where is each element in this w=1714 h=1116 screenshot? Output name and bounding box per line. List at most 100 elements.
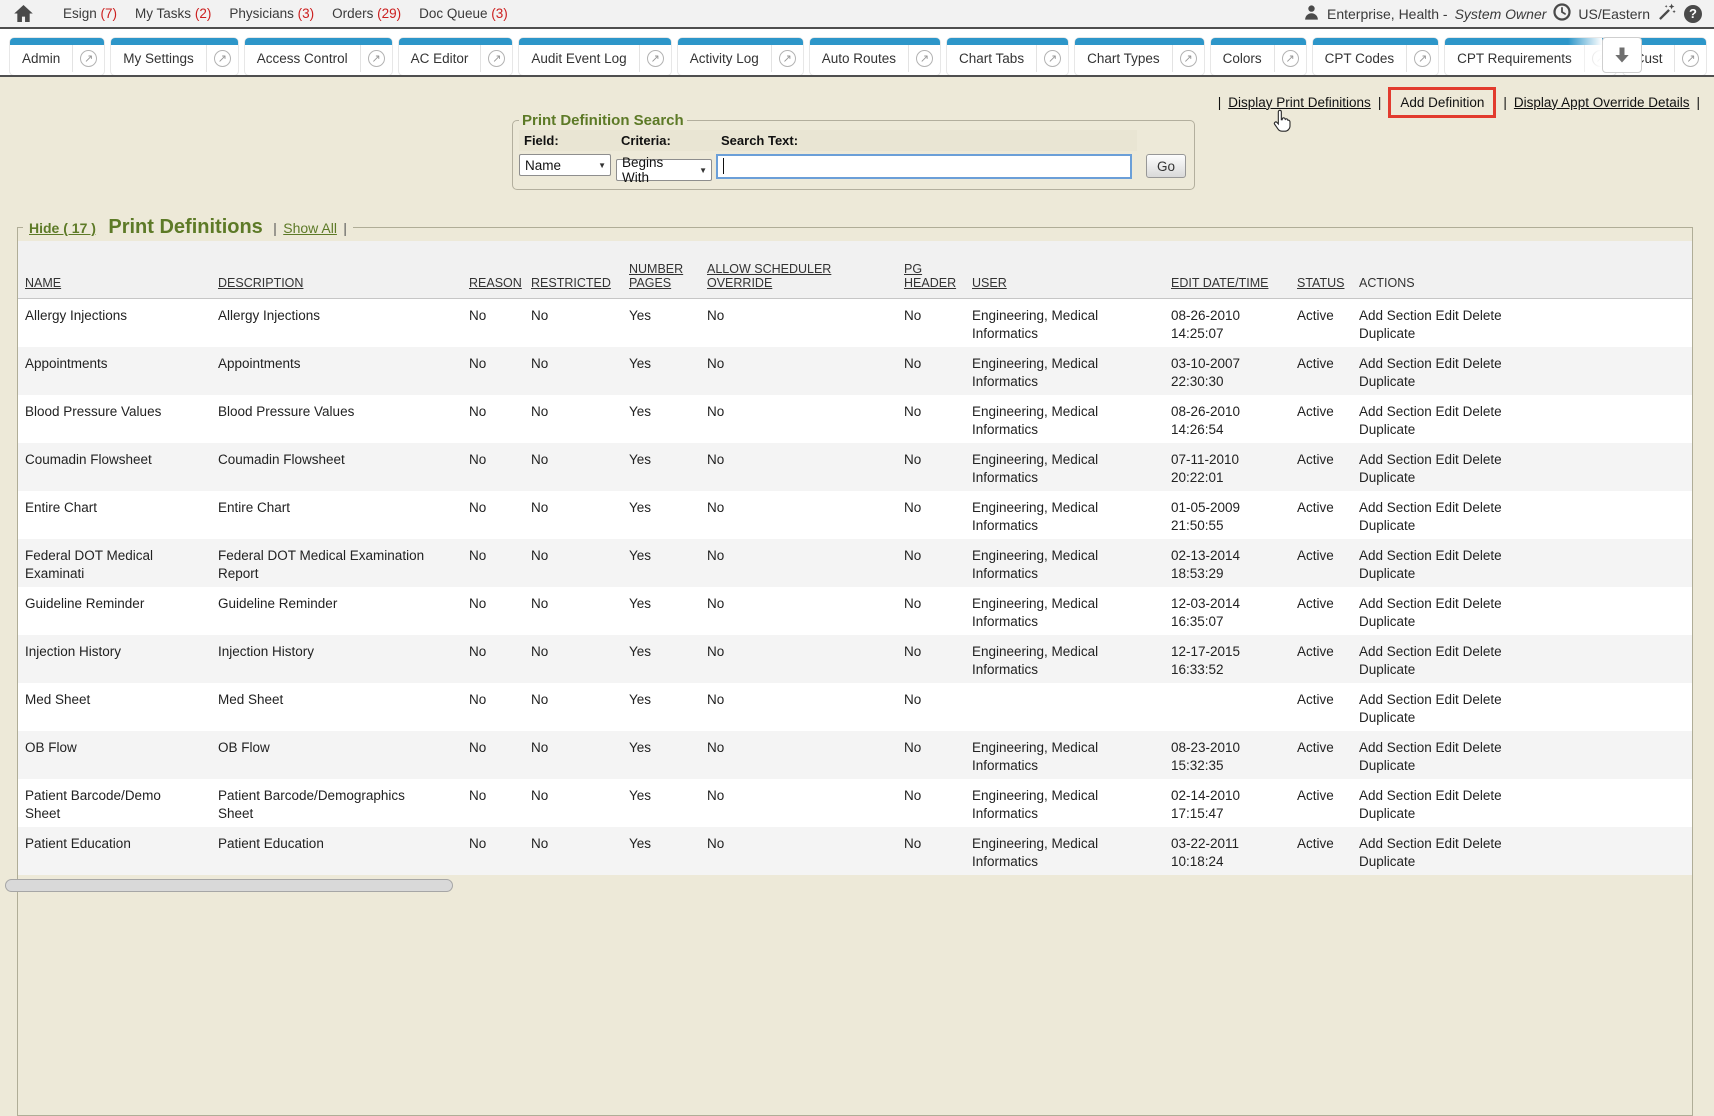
- cell-edit-datetime: 08-23-2010 15:32:35: [1164, 731, 1290, 779]
- column-sort-link[interactable]: STATUS: [1297, 276, 1344, 290]
- page-action-links: | Display Print Definitions | Add Defini…: [1218, 84, 1700, 120]
- row-action-links[interactable]: Add Section Edit Delete Duplicate: [1359, 835, 1535, 871]
- hide-link[interactable]: Hide ( 17 ): [29, 220, 96, 236]
- wand-icon[interactable]: [1657, 2, 1677, 25]
- external-link-icon[interactable]: ↗: [73, 50, 104, 67]
- column-sort-link[interactable]: DESCRIPTION: [218, 276, 303, 290]
- row-action-links[interactable]: Add Section Edit Delete Duplicate: [1359, 595, 1535, 631]
- row-action-links[interactable]: Add Section Edit Delete Duplicate: [1359, 403, 1535, 439]
- show-all-link[interactable]: Show All: [283, 220, 337, 236]
- cell-user: Engineering, Medical Informatics: [965, 731, 1164, 779]
- cell-description: Allergy Injections: [211, 298, 462, 347]
- top-nav-item[interactable]: Esign (7): [63, 6, 117, 21]
- tab[interactable]: My Settings ↗: [111, 38, 238, 75]
- external-link-icon[interactable]: ↗: [640, 50, 671, 67]
- top-nav-item[interactable]: Physicians (3): [229, 6, 314, 21]
- cell-status: Active: [1290, 298, 1352, 347]
- column-sort-link[interactable]: REASON: [469, 276, 522, 290]
- nav-count-badge: (2): [195, 6, 212, 21]
- select-arrow-icon: ▼: [598, 161, 606, 170]
- cell-restricted: No: [524, 298, 622, 347]
- cell-number-pages: Yes: [622, 779, 700, 827]
- row-action-links[interactable]: Add Section Edit Delete Duplicate: [1359, 787, 1535, 823]
- external-link-icon[interactable]: ↗: [909, 50, 940, 67]
- cell-pg-header: No: [897, 298, 965, 347]
- separator: |: [1378, 95, 1382, 110]
- column-header: NAME: [18, 241, 211, 298]
- row-action-links[interactable]: Add Section Edit Delete Duplicate: [1359, 691, 1535, 727]
- cell-name: Appointments: [18, 347, 211, 395]
- tab[interactable]: AC Editor ↗: [399, 38, 513, 75]
- tab[interactable]: Chart Tabs ↗: [947, 38, 1068, 75]
- external-link-icon[interactable]: ↗: [1173, 50, 1204, 67]
- row-action-links[interactable]: Add Section Edit Delete Duplicate: [1359, 499, 1535, 535]
- external-link-icon[interactable]: ↗: [481, 50, 512, 67]
- nav-count-badge: (7): [101, 6, 118, 21]
- tab-accent-bar: [111, 38, 238, 45]
- external-link-icon[interactable]: ↗: [207, 50, 238, 67]
- timezone-label[interactable]: US/Eastern: [1578, 6, 1650, 22]
- top-nav-item[interactable]: My Tasks (2): [135, 6, 211, 21]
- column-sort-link[interactable]: NAME: [25, 276, 61, 290]
- cell-description: Patient Education: [211, 827, 462, 875]
- add-definition-link[interactable]: Add Definition: [1400, 95, 1484, 110]
- tab[interactable]: Colors ↗: [1211, 38, 1306, 75]
- row-action-links[interactable]: Add Section Edit Delete Duplicate: [1359, 547, 1535, 583]
- field-select[interactable]: Name ▼: [519, 154, 611, 176]
- row-action-links[interactable]: Add Section Edit Delete Duplicate: [1359, 643, 1535, 679]
- column-sort-link[interactable]: RESTRICTED: [531, 276, 611, 290]
- row-action-links[interactable]: Add Section Edit Delete Duplicate: [1359, 355, 1535, 391]
- text-caret: [723, 158, 724, 174]
- criteria-select[interactable]: Begins With ▼: [616, 159, 712, 181]
- external-link-icon[interactable]: ↗: [772, 50, 803, 67]
- tab[interactable]: Auto Routes ↗: [810, 38, 940, 75]
- external-link-icon[interactable]: ↗: [1675, 50, 1706, 67]
- go-button[interactable]: Go: [1146, 154, 1186, 178]
- row-action-links[interactable]: Add Section Edit Delete Duplicate: [1359, 451, 1535, 487]
- search-text-input[interactable]: [716, 154, 1132, 179]
- column-sort-link[interactable]: PG HEADER: [904, 262, 956, 290]
- cell-edit-datetime: 02-14-2010 17:15:47: [1164, 779, 1290, 827]
- cell-pg-header: No: [897, 395, 965, 443]
- cell-actions: Add Section Edit Delete Duplicate: [1352, 443, 1692, 491]
- cell-pg-header: No: [897, 683, 965, 731]
- cell-name: OB Flow: [18, 731, 211, 779]
- column-sort-link[interactable]: EDIT DATE/TIME: [1171, 276, 1268, 290]
- cell-user: Engineering, Medical Informatics: [965, 827, 1164, 875]
- tab[interactable]: CPT Codes ↗: [1313, 38, 1439, 75]
- display-print-definitions-link[interactable]: Display Print Definitions: [1228, 95, 1371, 110]
- column-sort-link[interactable]: ALLOW SCHEDULER OVERRIDE: [707, 262, 831, 290]
- cell-number-pages: Yes: [622, 298, 700, 347]
- tab[interactable]: Activity Log ↗: [678, 38, 803, 75]
- tab-overflow-button[interactable]: [1602, 37, 1642, 73]
- horizontal-scrollbar-thumb[interactable]: [5, 879, 453, 892]
- tab[interactable]: Chart Types ↗: [1075, 38, 1204, 75]
- cell-restricted: No: [524, 539, 622, 587]
- table-row: Entire Chart Entire Chart No No Yes No N…: [18, 491, 1692, 539]
- column-sort-link[interactable]: NUMBER PAGES: [629, 262, 683, 290]
- cell-user: Engineering, Medical Informatics: [965, 635, 1164, 683]
- cell-reason: No: [462, 779, 524, 827]
- cell-user: Engineering, Medical Informatics: [965, 779, 1164, 827]
- external-link-icon[interactable]: ↗: [1407, 50, 1438, 67]
- top-nav-item[interactable]: Doc Queue (3): [419, 6, 508, 21]
- tab[interactable]: Admin ↗: [10, 38, 104, 75]
- tab[interactable]: Audit Event Log ↗: [519, 38, 670, 75]
- cell-user: Engineering, Medical Informatics: [965, 298, 1164, 347]
- row-action-links[interactable]: Add Section Edit Delete Duplicate: [1359, 739, 1535, 775]
- tab-accent-bar: [1211, 38, 1306, 45]
- display-appt-override-details-link[interactable]: Display Appt Override Details: [1514, 95, 1690, 110]
- external-link-icon[interactable]: ↗: [1037, 50, 1068, 67]
- external-link-icon[interactable]: ↗: [361, 50, 392, 67]
- top-nav-item[interactable]: Orders (29): [332, 6, 401, 21]
- help-icon[interactable]: ?: [1684, 5, 1702, 23]
- tab[interactable]: Access Control ↗: [245, 38, 392, 75]
- row-action-links[interactable]: Add Section Edit Delete Duplicate: [1359, 307, 1535, 343]
- select-arrow-icon: ▼: [699, 166, 707, 175]
- table-row: Federal DOT Medical Examinati Federal DO…: [18, 539, 1692, 587]
- cell-edit-datetime: [1164, 683, 1290, 731]
- cell-allow-scheduler-override: No: [700, 827, 897, 875]
- home-icon[interactable]: [14, 5, 33, 22]
- external-link-icon[interactable]: ↗: [1275, 50, 1306, 67]
- column-sort-link[interactable]: USER: [972, 276, 1007, 290]
